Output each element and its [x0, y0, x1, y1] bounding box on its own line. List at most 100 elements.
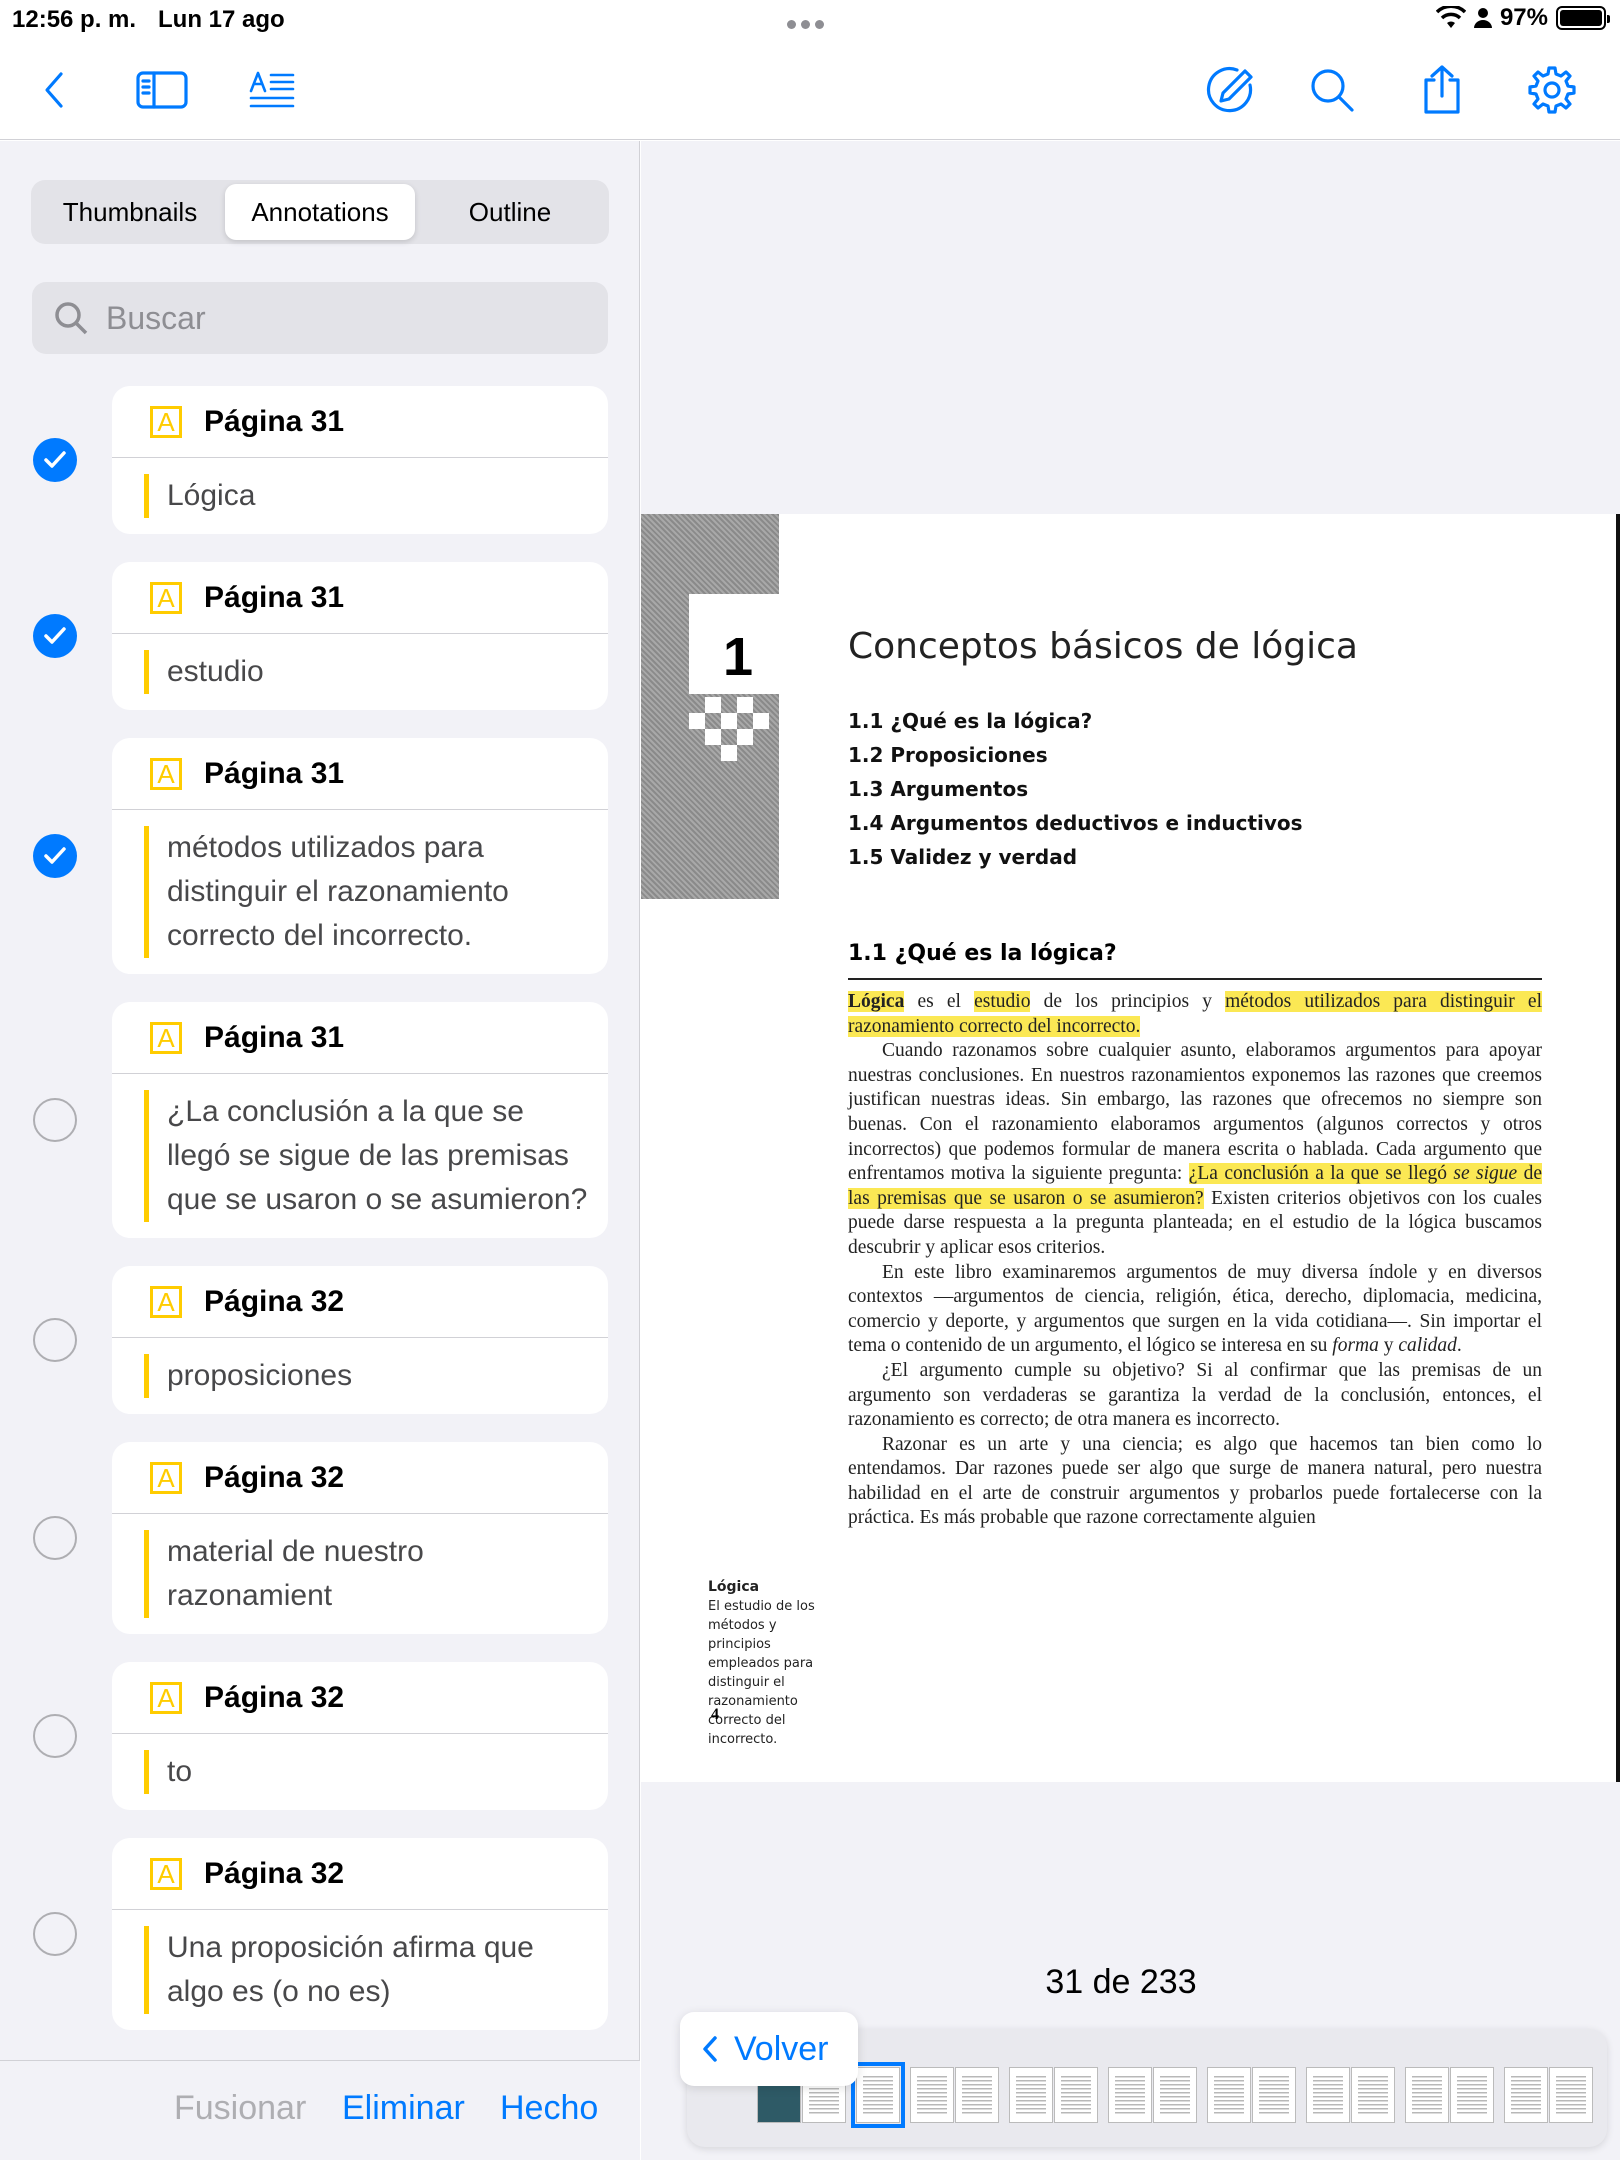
merge-button[interactable]: Fusionar [174, 2089, 306, 2128]
pdf-page[interactable]: 1 Conceptos básicos de lógica 1.1 ¿Qué e… [641, 514, 1620, 1782]
highlight-icon: A [150, 1857, 182, 1890]
highlight-icon: A [150, 1021, 182, 1054]
page-thumbnail[interactable] [1153, 2067, 1197, 2123]
page-thumbnail[interactable] [1504, 2067, 1548, 2123]
share-icon[interactable] [1414, 62, 1470, 118]
search-icon [55, 302, 88, 335]
highlight-icon: A [150, 581, 182, 614]
annotation-page-label: Página 31 [204, 580, 345, 614]
annotation-text: Una proposición afirma que algo es (o no… [144, 1926, 588, 2014]
selection-checkmark-icon[interactable] [33, 614, 77, 658]
battery-icon [1556, 6, 1610, 30]
thumbnail-row [757, 2062, 1594, 2128]
tab-annotations[interactable]: Annotations [225, 184, 415, 240]
annotation-card[interactable]: A Página 32 material de nuestro razonami… [33, 1442, 608, 1634]
annotation-card[interactable]: A Página 31 métodos utilizados para dist… [33, 738, 608, 974]
back-chevron-icon[interactable] [28, 62, 84, 118]
paragraph: Razonar es un arte y una ciencia; es alg… [848, 1433, 1542, 1529]
page-number: 4 [711, 1706, 719, 1723]
annotation-card[interactable]: A Página 32 Una proposición afirma que a… [33, 1838, 608, 2030]
page-thumbnail[interactable] [1306, 2067, 1350, 2123]
selection-circle-icon[interactable] [33, 1098, 77, 1142]
done-button[interactable]: Hecho [500, 2089, 598, 2128]
markup-pen-icon[interactable] [1202, 62, 1258, 118]
page-thumbnail-selected[interactable] [851, 2062, 905, 2128]
view-segmented-control: Thumbnails Annotations Outline [31, 180, 609, 244]
annotation-page-label: Página 32 [204, 1680, 345, 1714]
annotation-header: A Página 32 [112, 1442, 608, 1514]
text-format-icon[interactable] [244, 62, 300, 118]
search-input[interactable] [106, 299, 586, 337]
body-text[interactable]: Lógica es el estudio de los principios y… [848, 990, 1542, 1531]
annotation-header: A Página 32 [112, 1838, 608, 1910]
annotation-body: Lógica [112, 458, 608, 534]
selection-circle-icon[interactable] [33, 1318, 77, 1362]
selection-circle-icon[interactable] [33, 1516, 77, 1560]
document-viewer[interactable]: 1 Conceptos básicos de lógica 1.1 ¿Qué e… [641, 141, 1620, 2160]
page-thumbnail[interactable] [1351, 2067, 1395, 2123]
battery-percent: 97% [1499, 4, 1548, 31]
annotation-body: estudio [112, 634, 608, 710]
page-thumbnail[interactable] [1009, 2067, 1053, 2123]
gear-icon[interactable] [1524, 62, 1580, 118]
wifi-icon [1435, 6, 1466, 28]
selection-circle-icon[interactable] [33, 1714, 77, 1758]
search-field[interactable] [32, 282, 608, 354]
annotation-card[interactable]: A Página 31 estudio [33, 562, 608, 710]
delete-button[interactable]: Eliminar [342, 2089, 465, 2128]
selection-checkmark-icon[interactable] [33, 438, 77, 482]
search-icon[interactable] [1304, 62, 1360, 118]
status-time: 12:56 p. m. [12, 6, 137, 33]
chapter-pattern [689, 697, 779, 761]
page-thumbnail[interactable] [1549, 2067, 1593, 2123]
page-indicator: 31 de 233 [1031, 1955, 1211, 2009]
tab-thumbnails[interactable]: Thumbnails [35, 184, 225, 240]
annotation-card[interactable]: A Página 32 to [33, 1662, 608, 1810]
tab-outline[interactable]: Outline [415, 184, 605, 240]
sidebar-icon[interactable] [134, 62, 190, 118]
annotation-card[interactable]: A Página 32 proposiciones [33, 1266, 608, 1414]
paragraph: Lógica es el estudio de los principios y… [848, 991, 1542, 1037]
page-thumbnail[interactable] [1252, 2067, 1296, 2123]
annotation-header: A Página 31 [112, 386, 608, 458]
paragraph: En este libro examinaremos argumentos de… [848, 1261, 1542, 1357]
page-thumbnail[interactable] [1054, 2067, 1098, 2123]
highlight-icon: A [150, 1285, 182, 1318]
annotation-page-label: Página 32 [204, 1284, 345, 1318]
page-thumbnail[interactable] [1405, 2067, 1449, 2123]
chapter-number: 1 [723, 627, 754, 687]
chapter-toc: 1.1 ¿Qué es la lógica? 1.2 Proposiciones… [848, 704, 1303, 874]
annotation-page-label: Página 31 [204, 1020, 345, 1054]
page-thumbnail[interactable] [910, 2067, 954, 2123]
back-button[interactable]: Volver [680, 2012, 858, 2086]
selection-checkmark-icon[interactable] [33, 834, 77, 878]
annotation-body: to [112, 1734, 608, 1810]
annotation-text: ¿La conclusión a la que se llegó se sigu… [144, 1090, 588, 1222]
annotation-page-label: Página 31 [204, 756, 345, 790]
page-scan-edge-right [1616, 514, 1620, 1782]
page-thumbnail[interactable] [955, 2067, 999, 2123]
selection-circle-icon[interactable] [33, 1912, 77, 1956]
annotation-body: material de nuestro razonamient [112, 1514, 608, 1634]
annotation-header: A Página 32 [112, 1266, 608, 1338]
margin-note-title: Lógica [708, 1579, 760, 1595]
annotation-card[interactable]: A Página 31 ¿La conclusión a la que se l… [33, 1002, 608, 1238]
paragraph: ¿El argumento cumple su objetivo? Si al … [848, 1359, 1542, 1431]
chevron-left-icon [703, 2036, 717, 2062]
sidebar: Thumbnails Annotations Outline A Página … [0, 141, 640, 2160]
toc-item: 1.1 ¿Qué es la lógica? [848, 709, 1093, 733]
annotation-list: A Página 31 Lógica A Página 31 estudio A… [0, 386, 640, 2058]
page-thumbnail[interactable] [1450, 2067, 1494, 2123]
page-thumbnail[interactable] [1207, 2067, 1251, 2123]
annotation-body: métodos utilizados para distinguir el ra… [112, 810, 608, 974]
highlighted-text: Lógica [848, 991, 905, 1012]
annotation-text: material de nuestro razonamient [144, 1530, 588, 1618]
page-thumbnail[interactable] [1108, 2067, 1152, 2123]
annotation-header: A Página 32 [112, 1662, 608, 1734]
annotation-text: Lógica [144, 474, 588, 518]
annotation-text: estudio [144, 650, 588, 694]
highlight-icon: A [150, 1461, 182, 1494]
annotation-body: proposiciones [112, 1338, 608, 1414]
annotation-card[interactable]: A Página 31 Lógica [33, 386, 608, 534]
multitasking-dots-icon[interactable] [787, 16, 831, 29]
